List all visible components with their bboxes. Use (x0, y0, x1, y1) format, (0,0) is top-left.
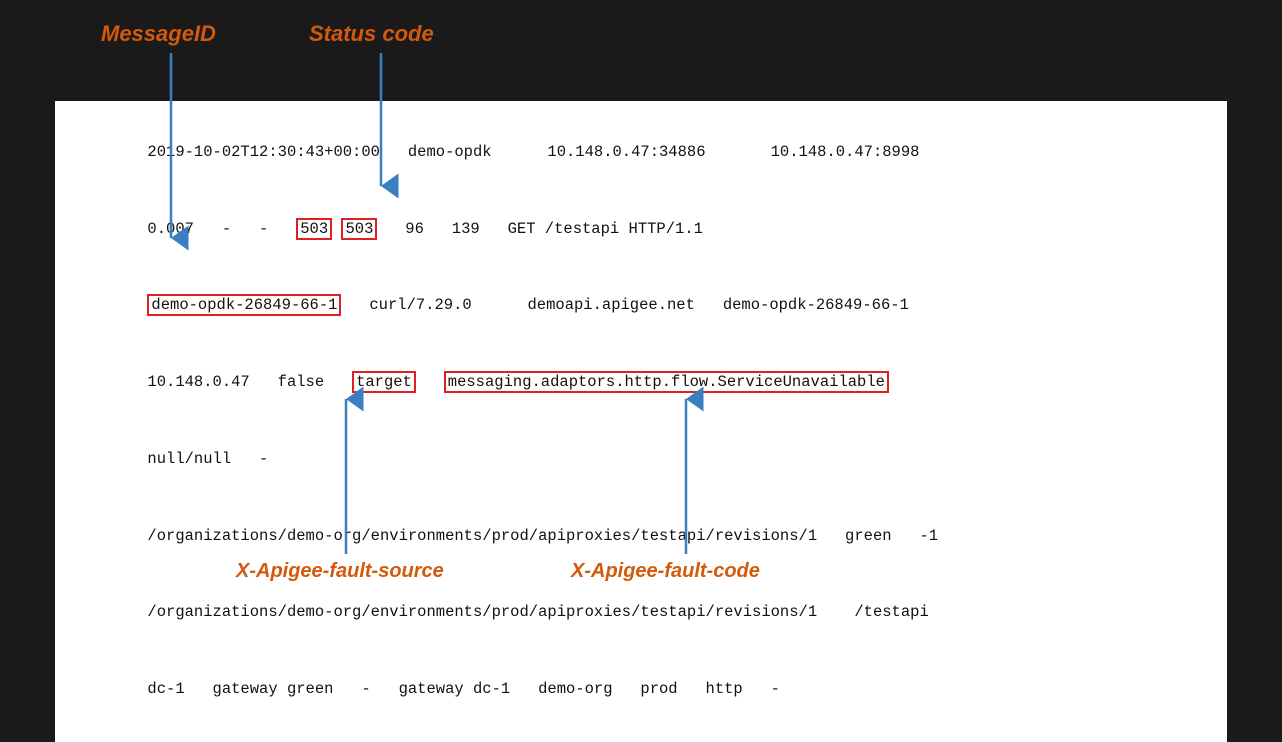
log-line-3: demo-opdk-26849-66-1 curl/7.29.0 demoapi… (73, 268, 1209, 345)
main-container: MessageID Status code 2019-10-02T12:30:4… (0, 0, 1282, 605)
diagram-wrapper: MessageID Status code 2019-10-02T12:30:4… (41, 13, 1241, 593)
log-line-2: 0.007 - - 503 503 96 139 GET /testapi HT… (73, 191, 1209, 268)
label-faultcode: X-Apigee-fault-code (571, 560, 760, 583)
label-messageid: MessageID (101, 21, 216, 47)
log-line-8: dc-1 gateway green - gateway dc-1 demo-o… (73, 651, 1209, 728)
status-code-a: 503 (296, 218, 332, 240)
log-line-7: /organizations/demo-org/environments/pro… (73, 575, 1209, 652)
message-id-value: demo-opdk-26849-66-1 (147, 294, 341, 316)
label-statuscode: Status code (309, 21, 434, 47)
fault-code-value: messaging.adaptors.http.flow.ServiceUnav… (444, 371, 889, 393)
fault-source-value: target (352, 371, 416, 393)
log-line-1: 2019-10-02T12:30:43+00:00 demo-opdk 10.1… (73, 115, 1209, 192)
label-faultsource: X-Apigee-fault-source (236, 560, 444, 583)
log-line-5: null/null - (73, 421, 1209, 498)
log-line-4: 10.148.0.47 false target messaging.adapt… (73, 345, 1209, 422)
log-content-box: 2019-10-02T12:30:43+00:00 demo-opdk 10.1… (55, 101, 1227, 742)
status-code-b: 503 (341, 218, 377, 240)
